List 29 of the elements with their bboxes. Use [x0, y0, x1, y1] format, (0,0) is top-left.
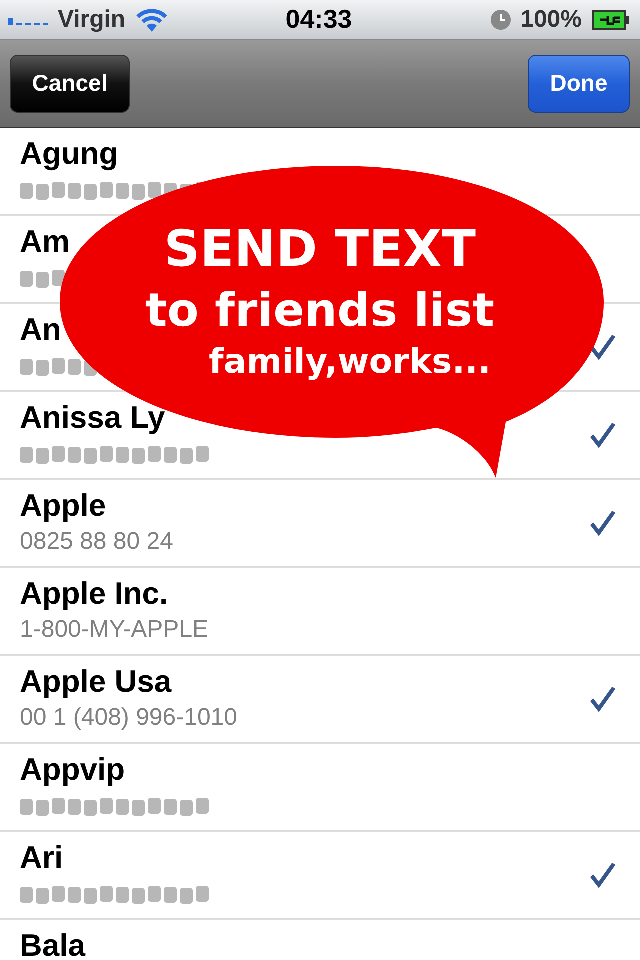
contact-row[interactable]: Apple Inc. 1-800-MY-APPLE — [0, 568, 640, 656]
contact-row[interactable]: Appvip — [0, 744, 640, 832]
contact-name: Agung — [20, 136, 120, 172]
contact-name: An — [20, 312, 62, 348]
contact-row[interactable]: Apple Usa 00 1 (408) 996-1010 — [0, 656, 640, 744]
bubble-caption: family,works... — [208, 341, 492, 384]
contact-name: Apple Usa — [20, 664, 173, 700]
battery-icon — [592, 10, 630, 30]
contact-phone: 00 1 (408) 996-1010 — [20, 704, 238, 732]
cancel-button[interactable]: Cancel — [10, 54, 130, 112]
contact-phone: 0825 88 80 24 — [20, 528, 174, 556]
bubble-subtitle: to friends list — [145, 282, 495, 339]
contact-name: Apple — [20, 488, 108, 524]
done-button[interactable]: Done — [528, 54, 630, 112]
bubble-headline: SEND TEXT — [164, 219, 476, 280]
carrier-name: Virgin — [58, 6, 126, 34]
contact-name: Appvip — [20, 752, 126, 788]
status-time: 04:33 — [286, 4, 352, 35]
contact-row[interactable]: Ari — [0, 832, 640, 920]
contact-row[interactable]: Apple 0825 88 80 24 — [0, 480, 640, 568]
contact-name: Apple Inc. — [20, 576, 170, 612]
wifi-icon — [136, 8, 168, 32]
contact-name: Ari — [20, 840, 64, 876]
contact-name: Anissa Ly — [20, 400, 166, 436]
clock-icon — [490, 10, 511, 30]
battery-percent: 100% — [520, 6, 582, 34]
contact-phone: 1-800-MY-APPLE — [20, 616, 209, 644]
contact-row[interactable]: Bala — [0, 920, 640, 960]
contact-name: Bala — [20, 928, 86, 960]
